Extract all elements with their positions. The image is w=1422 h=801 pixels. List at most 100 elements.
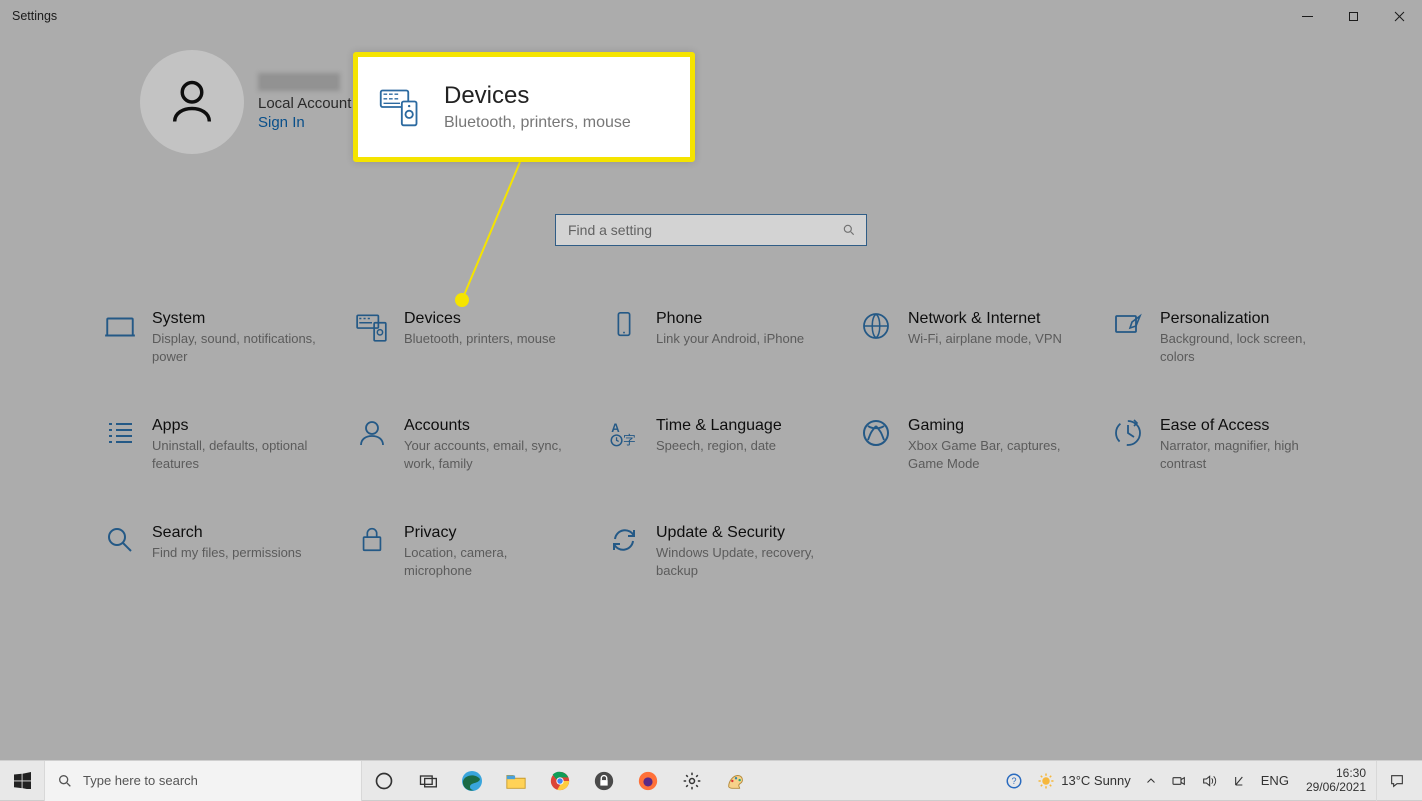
app-settings[interactable] bbox=[670, 761, 714, 801]
apps-icon bbox=[100, 417, 140, 457]
minimize-button[interactable] bbox=[1284, 0, 1330, 32]
category-apps[interactable]: Apps Uninstall, defaults, optional featur… bbox=[100, 417, 352, 472]
tray-network[interactable] bbox=[1224, 761, 1254, 801]
help-icon: ? bbox=[1005, 772, 1023, 790]
user-info: Local Account Sign In bbox=[258, 73, 351, 131]
tray-clock[interactable]: 16:30 29/06/2021 bbox=[1296, 767, 1376, 795]
action-center-button[interactable] bbox=[1376, 761, 1416, 801]
category-subtitle: Wi-Fi, airplane mode, VPN bbox=[908, 330, 1062, 348]
avatar[interactable] bbox=[140, 50, 244, 154]
close-button[interactable] bbox=[1376, 0, 1422, 32]
window-title: Settings bbox=[12, 9, 57, 23]
system-icon bbox=[100, 310, 140, 350]
svg-text:字: 字 bbox=[623, 433, 636, 448]
maximize-button[interactable] bbox=[1330, 0, 1376, 32]
category-title: Update & Security bbox=[656, 524, 826, 542]
titlebar: Settings bbox=[0, 0, 1422, 32]
category-personalization[interactable]: Personalization Background, lock screen, … bbox=[1108, 310, 1360, 365]
weather-text: 13°C Sunny bbox=[1061, 773, 1131, 788]
tray-language[interactable]: ENG bbox=[1254, 761, 1296, 801]
tray-meet-now[interactable] bbox=[1164, 761, 1194, 801]
category-update[interactable]: Update & Security Windows Update, recover… bbox=[604, 524, 856, 579]
accounts-icon bbox=[352, 417, 392, 457]
app-file-explorer[interactable] bbox=[494, 761, 538, 801]
clock-date: 29/06/2021 bbox=[1306, 781, 1366, 795]
devices-callout: Devices Bluetooth, printers, mouse bbox=[353, 52, 695, 162]
category-subtitle: Display, sound, notifications, power bbox=[152, 330, 322, 365]
category-title: Network & Internet bbox=[908, 310, 1062, 328]
category-subtitle: Bluetooth, printers, mouse bbox=[404, 330, 556, 348]
person-icon bbox=[166, 76, 218, 128]
phone-icon bbox=[604, 310, 644, 350]
sign-in-link[interactable]: Sign In bbox=[258, 114, 351, 131]
category-accounts[interactable]: AccountsYour accounts, email, sync, work… bbox=[352, 417, 604, 472]
search-input[interactable] bbox=[566, 221, 842, 239]
start-button[interactable] bbox=[0, 761, 44, 801]
category-privacy[interactable]: PrivacyLocation, camera, microphone bbox=[352, 524, 604, 579]
task-view-button[interactable] bbox=[406, 761, 450, 801]
app-edge[interactable] bbox=[450, 761, 494, 801]
category-subtitle: Link your Android, iPhone bbox=[656, 330, 804, 348]
category-subtitle: Location, camera, microphone bbox=[404, 544, 574, 579]
highlight-dot bbox=[455, 293, 469, 307]
category-title: Phone bbox=[656, 310, 804, 328]
notification-icon bbox=[1389, 773, 1405, 789]
app-secure[interactable] bbox=[582, 761, 626, 801]
category-subtitle: Narrator, magnifier, high contrast bbox=[1160, 437, 1330, 472]
category-gaming[interactable]: GamingXbox Game Bar, captures, Game Mode bbox=[856, 417, 1108, 472]
category-title: Search bbox=[152, 524, 302, 542]
category-devices[interactable]: DevicesBluetooth, printers, mouse bbox=[352, 310, 604, 365]
svg-text:?: ? bbox=[1012, 776, 1017, 786]
tray-volume[interactable] bbox=[1194, 761, 1224, 801]
volume-icon bbox=[1201, 773, 1217, 789]
app-firefox[interactable] bbox=[626, 761, 670, 801]
category-time[interactable]: A字 Time & Language Speech, region, date bbox=[604, 417, 856, 472]
chevron-up-icon bbox=[1145, 775, 1157, 787]
taskbar-search[interactable]: Type here to search bbox=[44, 761, 362, 801]
search-icon bbox=[57, 773, 73, 789]
user-header: Local Account Sign In bbox=[0, 32, 1422, 154]
category-subtitle: Uninstall, defaults, optional features bbox=[152, 437, 322, 472]
category-title: Time & Language bbox=[656, 417, 782, 435]
category-title: Apps bbox=[152, 417, 322, 435]
camera-icon bbox=[1171, 773, 1187, 789]
update-icon bbox=[604, 524, 644, 564]
search-box[interactable] bbox=[555, 214, 867, 246]
taskbar: Type here to search ? 13°C Sunny ENG 16:… bbox=[0, 760, 1422, 800]
category-system[interactable]: SystemDisplay, sound, notifications, pow… bbox=[100, 310, 352, 365]
category-ease-of-access[interactable]: Ease of Access Narrator, magnifier, high … bbox=[1108, 417, 1360, 472]
system-tray: ? 13°C Sunny ENG 16:30 29/06/2021 bbox=[998, 761, 1422, 801]
callout-subtitle: Bluetooth, printers, mouse bbox=[444, 114, 631, 132]
time-language-icon: A字 bbox=[604, 417, 644, 457]
taskbar-search-placeholder: Type here to search bbox=[83, 773, 198, 788]
app-chrome[interactable] bbox=[538, 761, 582, 801]
globe-icon bbox=[856, 310, 896, 350]
app-paint[interactable] bbox=[714, 761, 758, 801]
category-subtitle: Background, lock screen, colors bbox=[1160, 330, 1330, 365]
category-search[interactable]: SearchFind my files, permissions bbox=[100, 524, 352, 579]
callout-title: Devices bbox=[444, 82, 631, 110]
category-network[interactable]: Network & Internet Wi-Fi, airplane mode, … bbox=[856, 310, 1108, 365]
folder-icon bbox=[505, 770, 527, 792]
user-name-redacted bbox=[258, 73, 340, 91]
category-title: Ease of Access bbox=[1160, 417, 1330, 435]
clock-time: 16:30 bbox=[1306, 767, 1366, 781]
settings-categories: SystemDisplay, sound, notifications, pow… bbox=[0, 246, 1422, 579]
cortana-button[interactable] bbox=[362, 761, 406, 801]
category-phone[interactable]: Phone Link your Android, iPhone bbox=[604, 310, 856, 365]
tray-help[interactable]: ? bbox=[998, 761, 1030, 801]
network-icon bbox=[1231, 773, 1247, 789]
tray-chevron[interactable] bbox=[1138, 761, 1164, 801]
category-title: Personalization bbox=[1160, 310, 1330, 328]
lock-circle-icon bbox=[593, 770, 615, 792]
taskbar-pinned-apps bbox=[362, 761, 758, 801]
category-subtitle: Xbox Game Bar, captures, Game Mode bbox=[908, 437, 1078, 472]
category-subtitle: Your accounts, email, sync, work, family bbox=[404, 437, 574, 472]
category-subtitle: Speech, region, date bbox=[656, 437, 782, 455]
account-type: Local Account bbox=[258, 95, 351, 112]
sun-icon bbox=[1037, 772, 1055, 790]
search-icon bbox=[842, 223, 856, 237]
weather-widget[interactable]: 13°C Sunny bbox=[1030, 761, 1138, 801]
chrome-icon bbox=[549, 770, 571, 792]
category-subtitle: Windows Update, recovery, backup bbox=[656, 544, 826, 579]
